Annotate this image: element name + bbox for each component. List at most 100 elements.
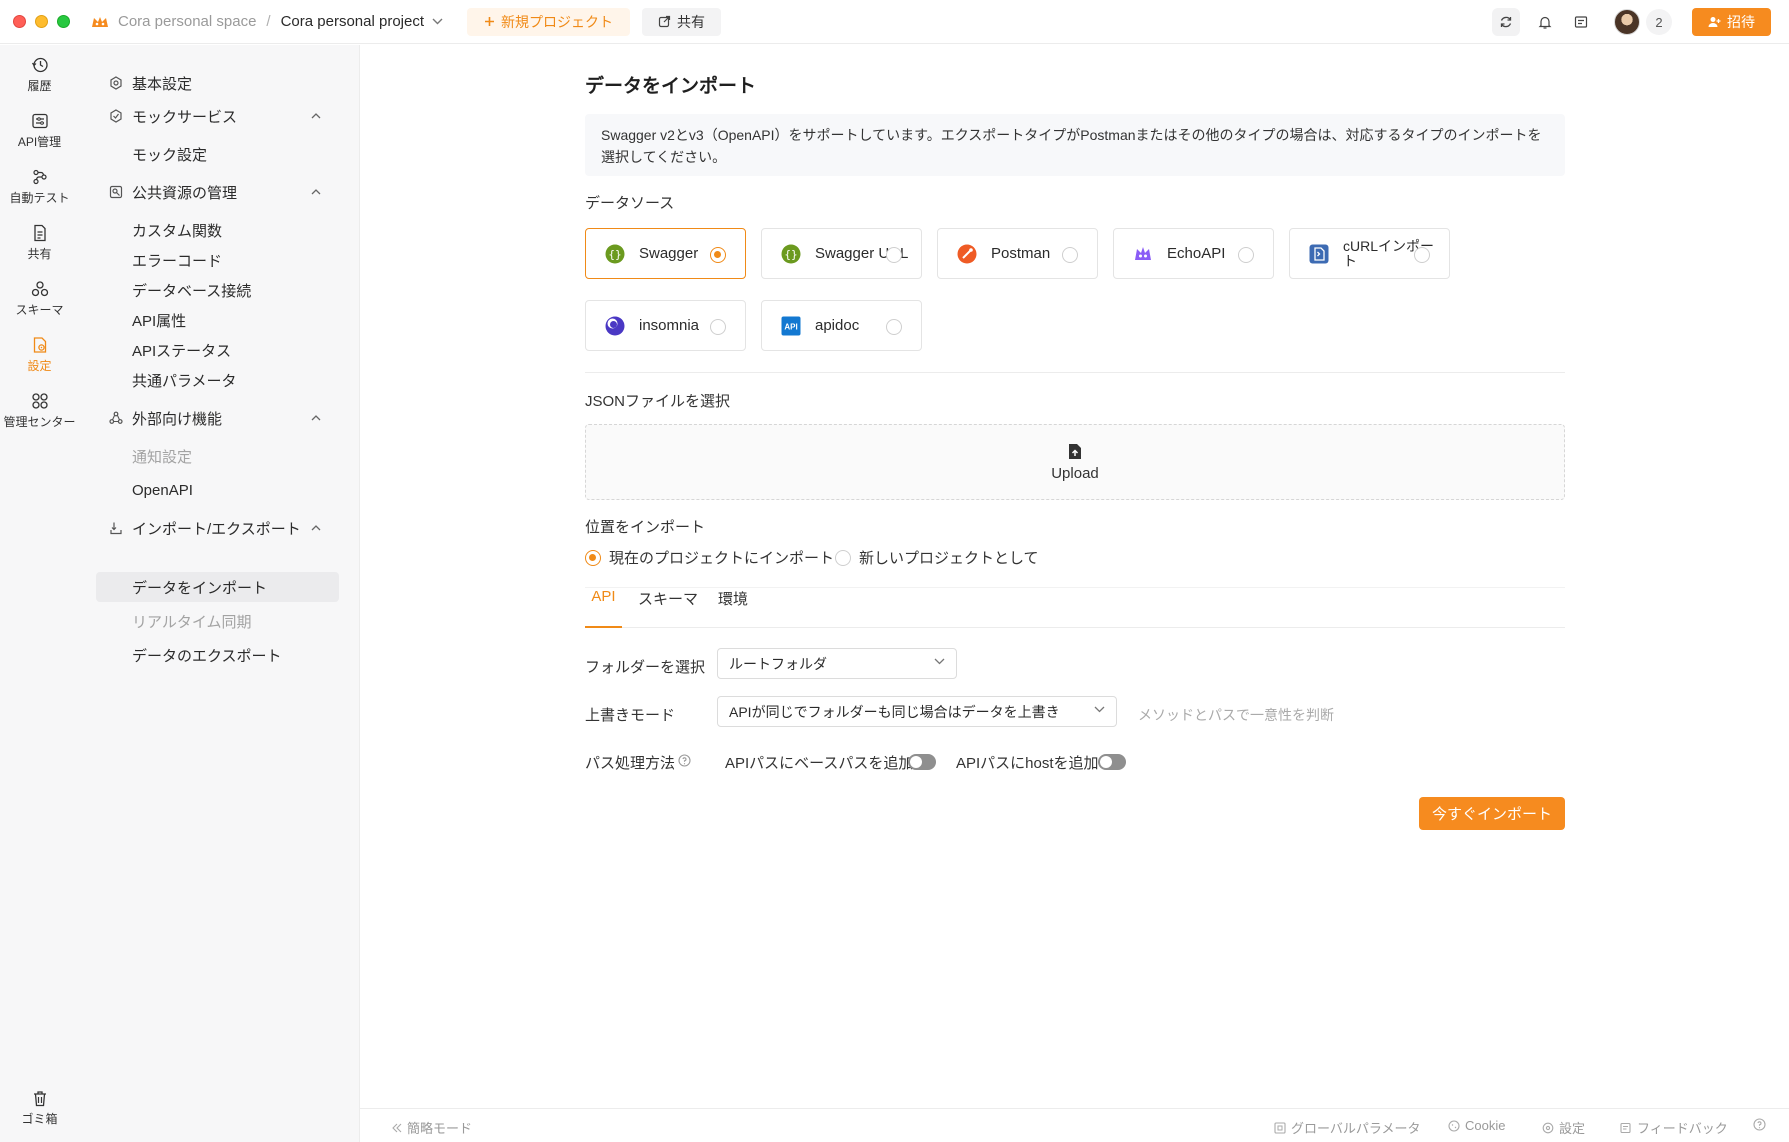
gear-icon <box>1542 1122 1554 1134</box>
nav-group-external[interactable]: 外部向け機能 <box>79 403 360 433</box>
source-radio-insomnia[interactable] <box>710 319 726 335</box>
source-card-postman[interactable]: Postman <box>937 228 1098 279</box>
help-button[interactable] <box>1753 1118 1766 1131</box>
nav-notification-settings[interactable]: 通知設定 <box>96 441 339 471</box>
toggle-host[interactable] <box>1098 754 1126 770</box>
cookie-button[interactable]: Cookie <box>1448 1118 1505 1133</box>
tab-environment[interactable]: 環境 <box>718 587 748 628</box>
new-project-label: 新規プロジェクト <box>501 13 614 30</box>
chevron-up-icon[interactable] <box>311 113 321 119</box>
feedback-button[interactable]: フィードバック <box>1620 1118 1728 1137</box>
maximize-window-button[interactable] <box>57 15 70 28</box>
source-radio-echoapi[interactable] <box>1238 247 1254 263</box>
settings-icon <box>31 336 49 354</box>
breadcrumb-project[interactable]: Cora personal project <box>281 13 424 30</box>
close-window-button[interactable] <box>13 15 26 28</box>
member-count-badge[interactable]: 2 <box>1646 9 1672 35</box>
source-card-insomnia[interactable]: insomnia <box>585 300 746 351</box>
nav-db-connection[interactable]: データベース接続 <box>96 275 339 305</box>
gear-icon <box>109 76 123 90</box>
rail-item-schema[interactable]: スキーマ <box>0 280 79 318</box>
invite-button[interactable]: 招待 <box>1692 8 1771 36</box>
minimize-window-button[interactable] <box>35 15 48 28</box>
nav-group-public-resources[interactable]: 公共資源の管理 <box>79 177 360 207</box>
toggle-host-label: APIパスにhostを追加 <box>956 755 1099 772</box>
folder-select-value: ルートフォルダ <box>729 655 827 672</box>
overwrite-mode-label: 上書きモード <box>585 707 676 724</box>
svg-text:{}: {} <box>784 248 797 261</box>
chevron-down-icon[interactable] <box>432 18 443 25</box>
radio-new-project[interactable] <box>835 549 851 566</box>
source-card-curl[interactable]: cURLインポート <box>1289 228 1450 279</box>
chevron-down-icon <box>934 658 945 665</box>
trash-icon <box>32 1090 48 1107</box>
global-params-label: グローバルパラメータ <box>1291 1121 1421 1136</box>
nav-basic-settings[interactable]: 基本設定 <box>79 68 360 98</box>
nav-import-data[interactable]: データをインポート <box>96 572 339 602</box>
nav-realtime-sync[interactable]: リアルタイム同期 <box>96 606 339 636</box>
schema-icon <box>31 280 49 298</box>
nav-api-status[interactable]: APIステータス <box>96 335 339 365</box>
sync-icon <box>1499 15 1513 29</box>
tab-api[interactable]: API <box>585 587 622 628</box>
source-radio-swagger-url[interactable] <box>886 247 902 263</box>
source-radio-apidoc[interactable] <box>886 319 902 335</box>
new-project-button[interactable]: 新規プロジェクト <box>467 7 631 36</box>
document-button[interactable] <box>1570 11 1592 33</box>
echoapi-icon <box>1133 244 1153 264</box>
location-option-new-project[interactable]: 新しいプロジェクトとして <box>835 547 1039 568</box>
top-right-actions: 2 招待 <box>1492 0 1771 44</box>
source-card-apidoc[interactable]: API apidoc <box>761 300 922 351</box>
tab-schema[interactable]: スキーマ <box>638 587 698 628</box>
postman-icon <box>957 244 977 264</box>
rail-item-autotest[interactable]: 自動テスト <box>0 168 79 206</box>
user-avatar[interactable] <box>1614 9 1640 35</box>
nav-group-mock[interactable]: モックサービス <box>79 101 360 131</box>
rail-item-history[interactable]: 履歴 <box>0 56 79 94</box>
rail-item-trash[interactable]: ゴミ箱 <box>0 1090 79 1127</box>
folder-select[interactable]: ルートフォルダ <box>717 648 957 679</box>
location-option-current-project[interactable]: 現在のプロジェクトにインポート <box>585 547 834 568</box>
toggle-basepath[interactable] <box>908 754 936 770</box>
source-name-apidoc: apidoc <box>815 317 860 334</box>
source-radio-curl[interactable] <box>1414 247 1430 263</box>
nav-api-attributes[interactable]: API属性 <box>96 305 339 335</box>
nav-common-params[interactable]: 共通パラメータ <box>96 365 339 395</box>
radio-current-project[interactable] <box>585 549 601 566</box>
breadcrumb-space[interactable]: Cora personal space <box>118 13 256 30</box>
external-icon <box>109 411 123 425</box>
upload-dropzone[interactable]: Upload <box>585 424 1565 500</box>
rail-item-admin-center[interactable]: 管理センター <box>0 392 79 430</box>
nav-custom-functions[interactable]: カスタム関数 <box>96 215 339 245</box>
share-button[interactable]: 共有 <box>642 7 722 36</box>
chevron-up-icon[interactable] <box>311 415 321 421</box>
rail-item-share[interactable]: 共有 <box>0 224 79 262</box>
source-card-echoapi[interactable]: EchoAPI <box>1113 228 1274 279</box>
source-radio-postman[interactable] <box>1062 247 1078 263</box>
rail-item-settings[interactable]: 設定 <box>0 336 79 374</box>
simple-mode-button[interactable]: 簡略モード <box>392 1118 472 1137</box>
source-card-swagger-url[interactable]: {} Swagger URL <box>761 228 922 279</box>
settings-button[interactable]: 設定 <box>1542 1118 1585 1137</box>
global-params-button[interactable]: グローバルパラメータ <box>1274 1118 1420 1137</box>
rail-label-settings: 設定 <box>27 359 52 373</box>
nav-group-import-export[interactable]: インポート/エクスポート <box>79 513 360 543</box>
autotest-icon <box>31 168 49 186</box>
nav-openapi[interactable]: OpenAPI <box>96 475 339 505</box>
source-radio-swagger[interactable] <box>710 247 726 263</box>
overwrite-mode-select[interactable]: APIが同じでフォルダーも同じ場合はデータを上書き <box>717 696 1117 727</box>
nav-export-data[interactable]: データのエクスポート <box>96 640 339 670</box>
source-card-swagger[interactable]: {} Swagger <box>585 228 746 279</box>
notification-button[interactable] <box>1534 11 1556 33</box>
nav-mock-settings[interactable]: モック設定 <box>96 139 339 169</box>
rail-item-api[interactable]: API管理 <box>0 112 79 150</box>
source-name-insomnia: insomnia <box>639 317 700 334</box>
chevron-up-icon[interactable] <box>311 525 321 531</box>
nav-public-label: 公共資源の管理 <box>132 184 238 202</box>
sync-button[interactable] <box>1492 8 1520 36</box>
nav-error-codes[interactable]: エラーコード <box>96 245 339 275</box>
help-icon[interactable] <box>678 754 691 767</box>
chevron-up-icon[interactable] <box>311 189 321 195</box>
folder-label: フォルダーを選択 <box>585 659 706 676</box>
import-now-button[interactable]: 今すぐインポート <box>1419 797 1565 830</box>
